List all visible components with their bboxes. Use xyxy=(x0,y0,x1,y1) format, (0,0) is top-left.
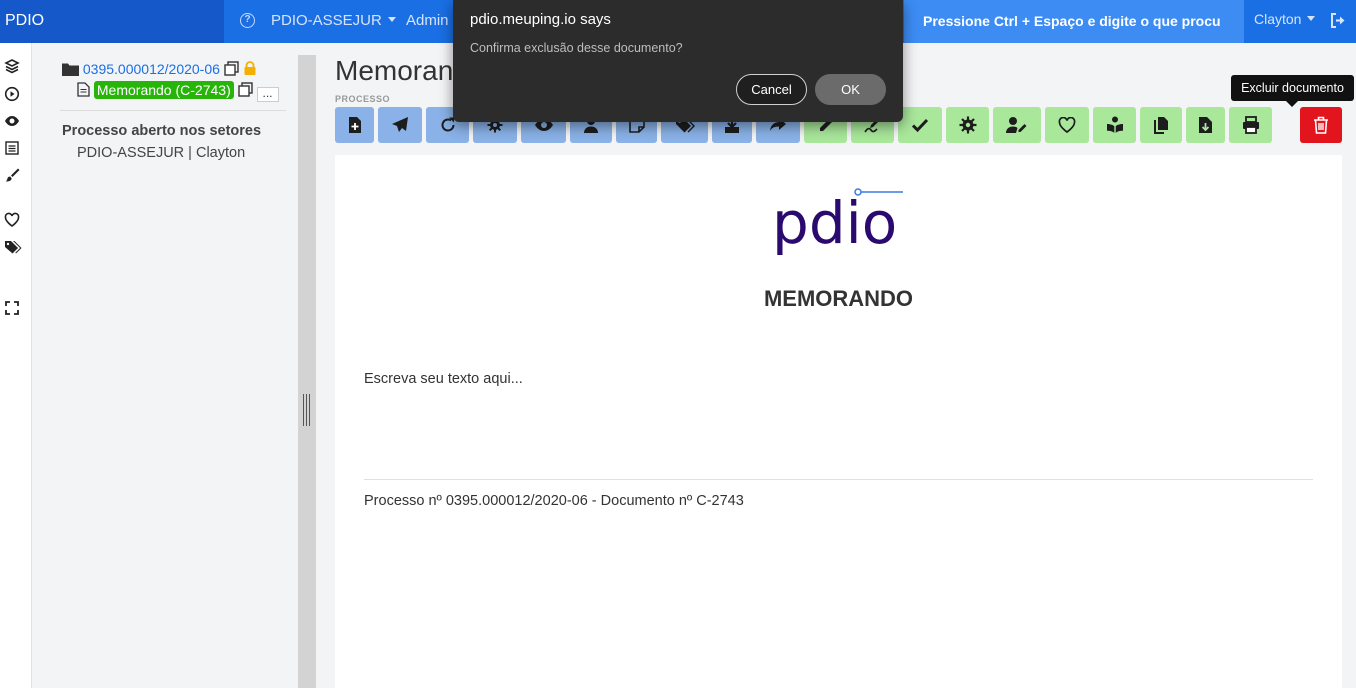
check-icon xyxy=(911,118,929,133)
copy-icon[interactable] xyxy=(237,82,253,100)
sector-menu[interactable]: PDIO-ASSEJUR xyxy=(271,12,396,29)
divider xyxy=(60,110,286,111)
command-search-input[interactable]: Pressione Ctrl + Espaço e digite o que p… xyxy=(904,0,1244,43)
print-icon xyxy=(1242,116,1259,134)
confirm-dialog: pdio.meuping.io says Confirma exclusão d… xyxy=(453,0,903,122)
sector-menu-label: PDIO-ASSEJUR xyxy=(271,12,382,29)
more-options-button[interactable]: ... xyxy=(256,87,279,102)
tree-process-row: 0395.000012/2020-06 xyxy=(62,61,257,79)
delete-document-button[interactable] xyxy=(1300,107,1342,143)
print-button[interactable] xyxy=(1229,107,1272,143)
logo-wordmark: pdio xyxy=(772,189,897,257)
user-menu-label: Clayton xyxy=(1254,11,1302,27)
user-edit-button[interactable] xyxy=(993,107,1041,143)
brush-icon[interactable] xyxy=(4,167,20,183)
process-tree-panel xyxy=(32,43,298,688)
panel-splitter[interactable] xyxy=(298,55,316,688)
layers-icon[interactable] xyxy=(4,58,20,74)
file-download-icon xyxy=(1199,117,1212,133)
sign-out-icon[interactable] xyxy=(1330,13,1346,31)
ok-button[interactable]: OK xyxy=(815,74,886,105)
admin-menu[interactable]: Admin xyxy=(406,12,449,29)
book-reader-icon xyxy=(1106,116,1123,133)
reader-button[interactable] xyxy=(1093,107,1136,143)
trash-icon xyxy=(1314,116,1328,134)
document-settings-button[interactable] xyxy=(946,107,989,143)
calendar-icon[interactable] xyxy=(4,140,20,156)
eye-icon[interactable] xyxy=(4,113,20,129)
copy-icon xyxy=(1154,117,1168,134)
chevron-down-icon xyxy=(1307,16,1316,21)
section-label: PROCESSO xyxy=(335,94,391,104)
file-plus-icon xyxy=(348,117,361,133)
favorite-button[interactable] xyxy=(1045,107,1089,143)
splitter-grip-icon[interactable] xyxy=(303,394,310,426)
user-menu[interactable]: Clayton xyxy=(1254,11,1316,27)
open-sectors-value: PDIO-ASSEJUR | Clayton xyxy=(77,145,246,161)
document-footer: Processo nº 0395.000012/2020-06 - Docume… xyxy=(364,493,744,509)
dialog-title: pdio.meuping.io says xyxy=(470,11,611,28)
user-edit-icon xyxy=(1006,117,1027,133)
question-circle-icon[interactable]: ? xyxy=(240,13,255,28)
document-heading: MEMORANDO xyxy=(763,286,914,311)
approve-button[interactable] xyxy=(898,107,942,143)
send-process-button[interactable] xyxy=(378,107,422,143)
export-button[interactable] xyxy=(1186,107,1225,143)
heart-icon[interactable] xyxy=(4,212,20,228)
document-badge[interactable]: Memorando (C-2743) xyxy=(93,81,234,99)
new-document-button[interactable] xyxy=(335,107,374,143)
copy-icon[interactable] xyxy=(224,61,239,79)
document-page: pdio MEMORANDO Escreva seu texto aqui...… xyxy=(335,155,1342,688)
expand-icon[interactable] xyxy=(4,300,20,316)
play-circle-icon[interactable] xyxy=(4,86,20,102)
process-number-link[interactable]: 0395.000012/2020-06 xyxy=(83,61,220,77)
pdio-logo: pdio xyxy=(772,181,912,268)
cancel-button[interactable]: Cancel xyxy=(736,74,807,105)
paper-plane-icon xyxy=(392,117,408,132)
chevron-down-icon xyxy=(387,17,396,22)
tags-icon[interactable] xyxy=(4,239,22,255)
brand-area: PDIO xyxy=(0,0,224,43)
open-sectors-heading: Processo aberto nos setores xyxy=(62,123,262,139)
lock-icon xyxy=(243,61,257,78)
heart-icon xyxy=(1058,117,1076,133)
duplicate-button[interactable] xyxy=(1140,107,1182,143)
left-icon-rail xyxy=(0,43,32,688)
gear-icon xyxy=(959,116,976,134)
dialog-message: Confirma exclusão desse documento? xyxy=(470,41,683,55)
brand-logo[interactable]: PDIO xyxy=(5,12,44,30)
delete-tooltip: Excluir documento xyxy=(1231,75,1354,107)
document-body-editable[interactable]: Escreva seu texto aqui... xyxy=(364,371,523,387)
divider xyxy=(364,479,1313,480)
folder-icon xyxy=(62,62,79,79)
tree-document-row: Memorando (C-2743) ... xyxy=(77,81,279,102)
file-icon xyxy=(77,82,90,100)
